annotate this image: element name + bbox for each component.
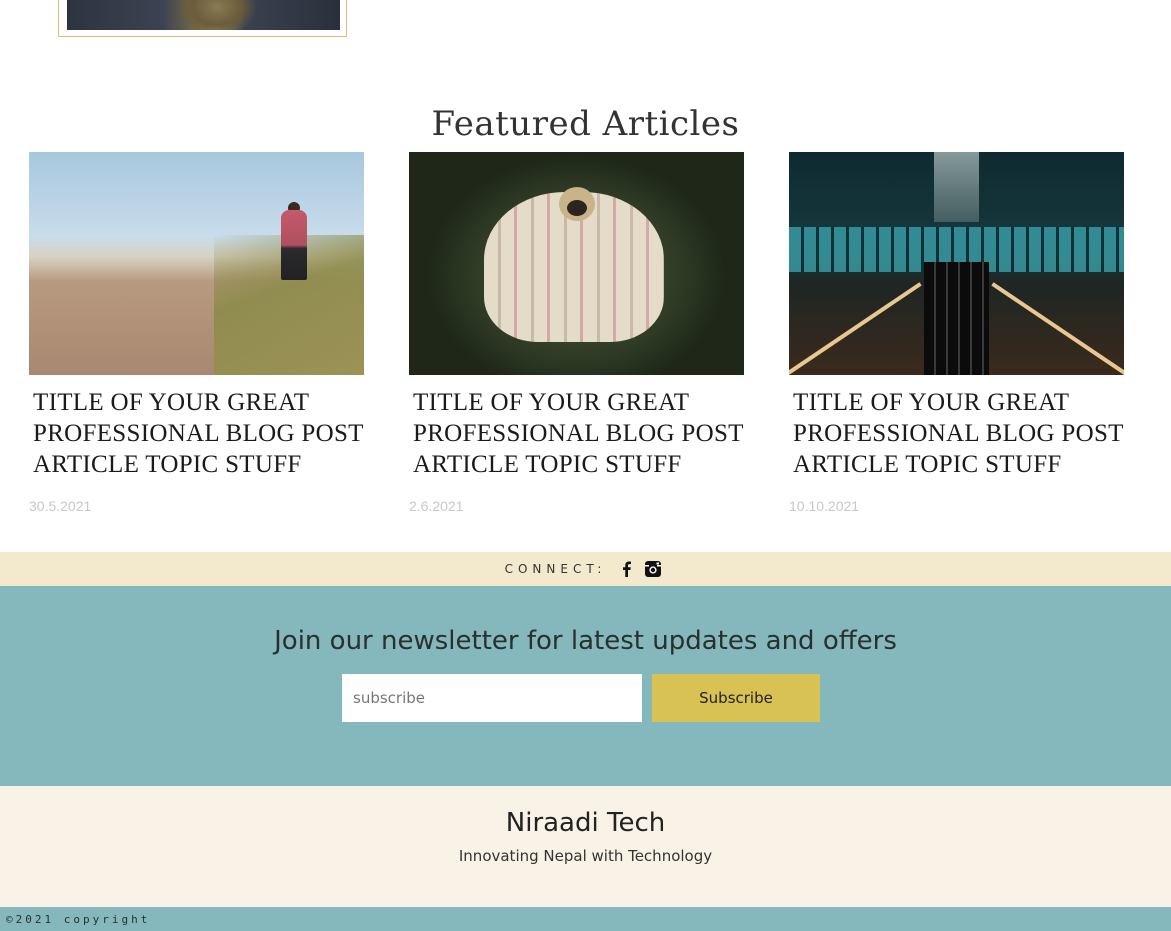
newsletter-section: Join our newsletter for latest updates a… (0, 586, 1171, 786)
newsletter-title: Join our newsletter for latest updates a… (274, 626, 897, 656)
article-card[interactable]: TITLE OF YOUR GREAT PROFESSIONAL BLOG PO… (29, 152, 374, 514)
article-title[interactable]: TITLE OF YOUR GREAT PROFESSIONAL BLOG PO… (413, 387, 753, 480)
brand-tagline: Innovating Nepal with Technology (458, 847, 713, 865)
article-image-beach[interactable] (29, 152, 364, 375)
top-article-image[interactable] (67, 0, 340, 30)
featured-articles-heading: Featured Articles (431, 104, 740, 145)
brand-name: Niraadi Tech (505, 808, 666, 838)
article-date: 30.5.2021 (29, 498, 92, 514)
connect-label: CONNECT: (504, 562, 607, 576)
article-image-pug[interactable] (409, 152, 744, 375)
facebook-icon[interactable] (618, 560, 636, 578)
article-card[interactable]: TITLE OF YOUR GREAT PROFESSIONAL BLOG PO… (409, 152, 754, 514)
top-image-frame (58, 0, 347, 37)
article-card[interactable]: TITLE OF YOUR GREAT PROFESSIONAL BLOG PO… (789, 152, 1134, 514)
connect-bar: CONNECT: (0, 552, 1171, 586)
article-title[interactable]: TITLE OF YOUR GREAT PROFESSIONAL BLOG PO… (33, 387, 373, 480)
article-date: 10.10.2021 (789, 498, 860, 514)
copyright-bar: ©2021 copyright (0, 907, 1171, 931)
article-date: 2.6.2021 (409, 498, 464, 514)
article-image-subway[interactable] (789, 152, 1124, 375)
copyright-text: ©2021 copyright (6, 913, 151, 926)
subscribe-button[interactable]: Subscribe (652, 674, 820, 722)
footer: Niraadi Tech Innovating Nepal with Techn… (0, 786, 1171, 907)
article-title[interactable]: TITLE OF YOUR GREAT PROFESSIONAL BLOG PO… (793, 387, 1133, 480)
subscribe-email-input[interactable] (342, 674, 642, 722)
instagram-icon[interactable] (644, 560, 662, 578)
